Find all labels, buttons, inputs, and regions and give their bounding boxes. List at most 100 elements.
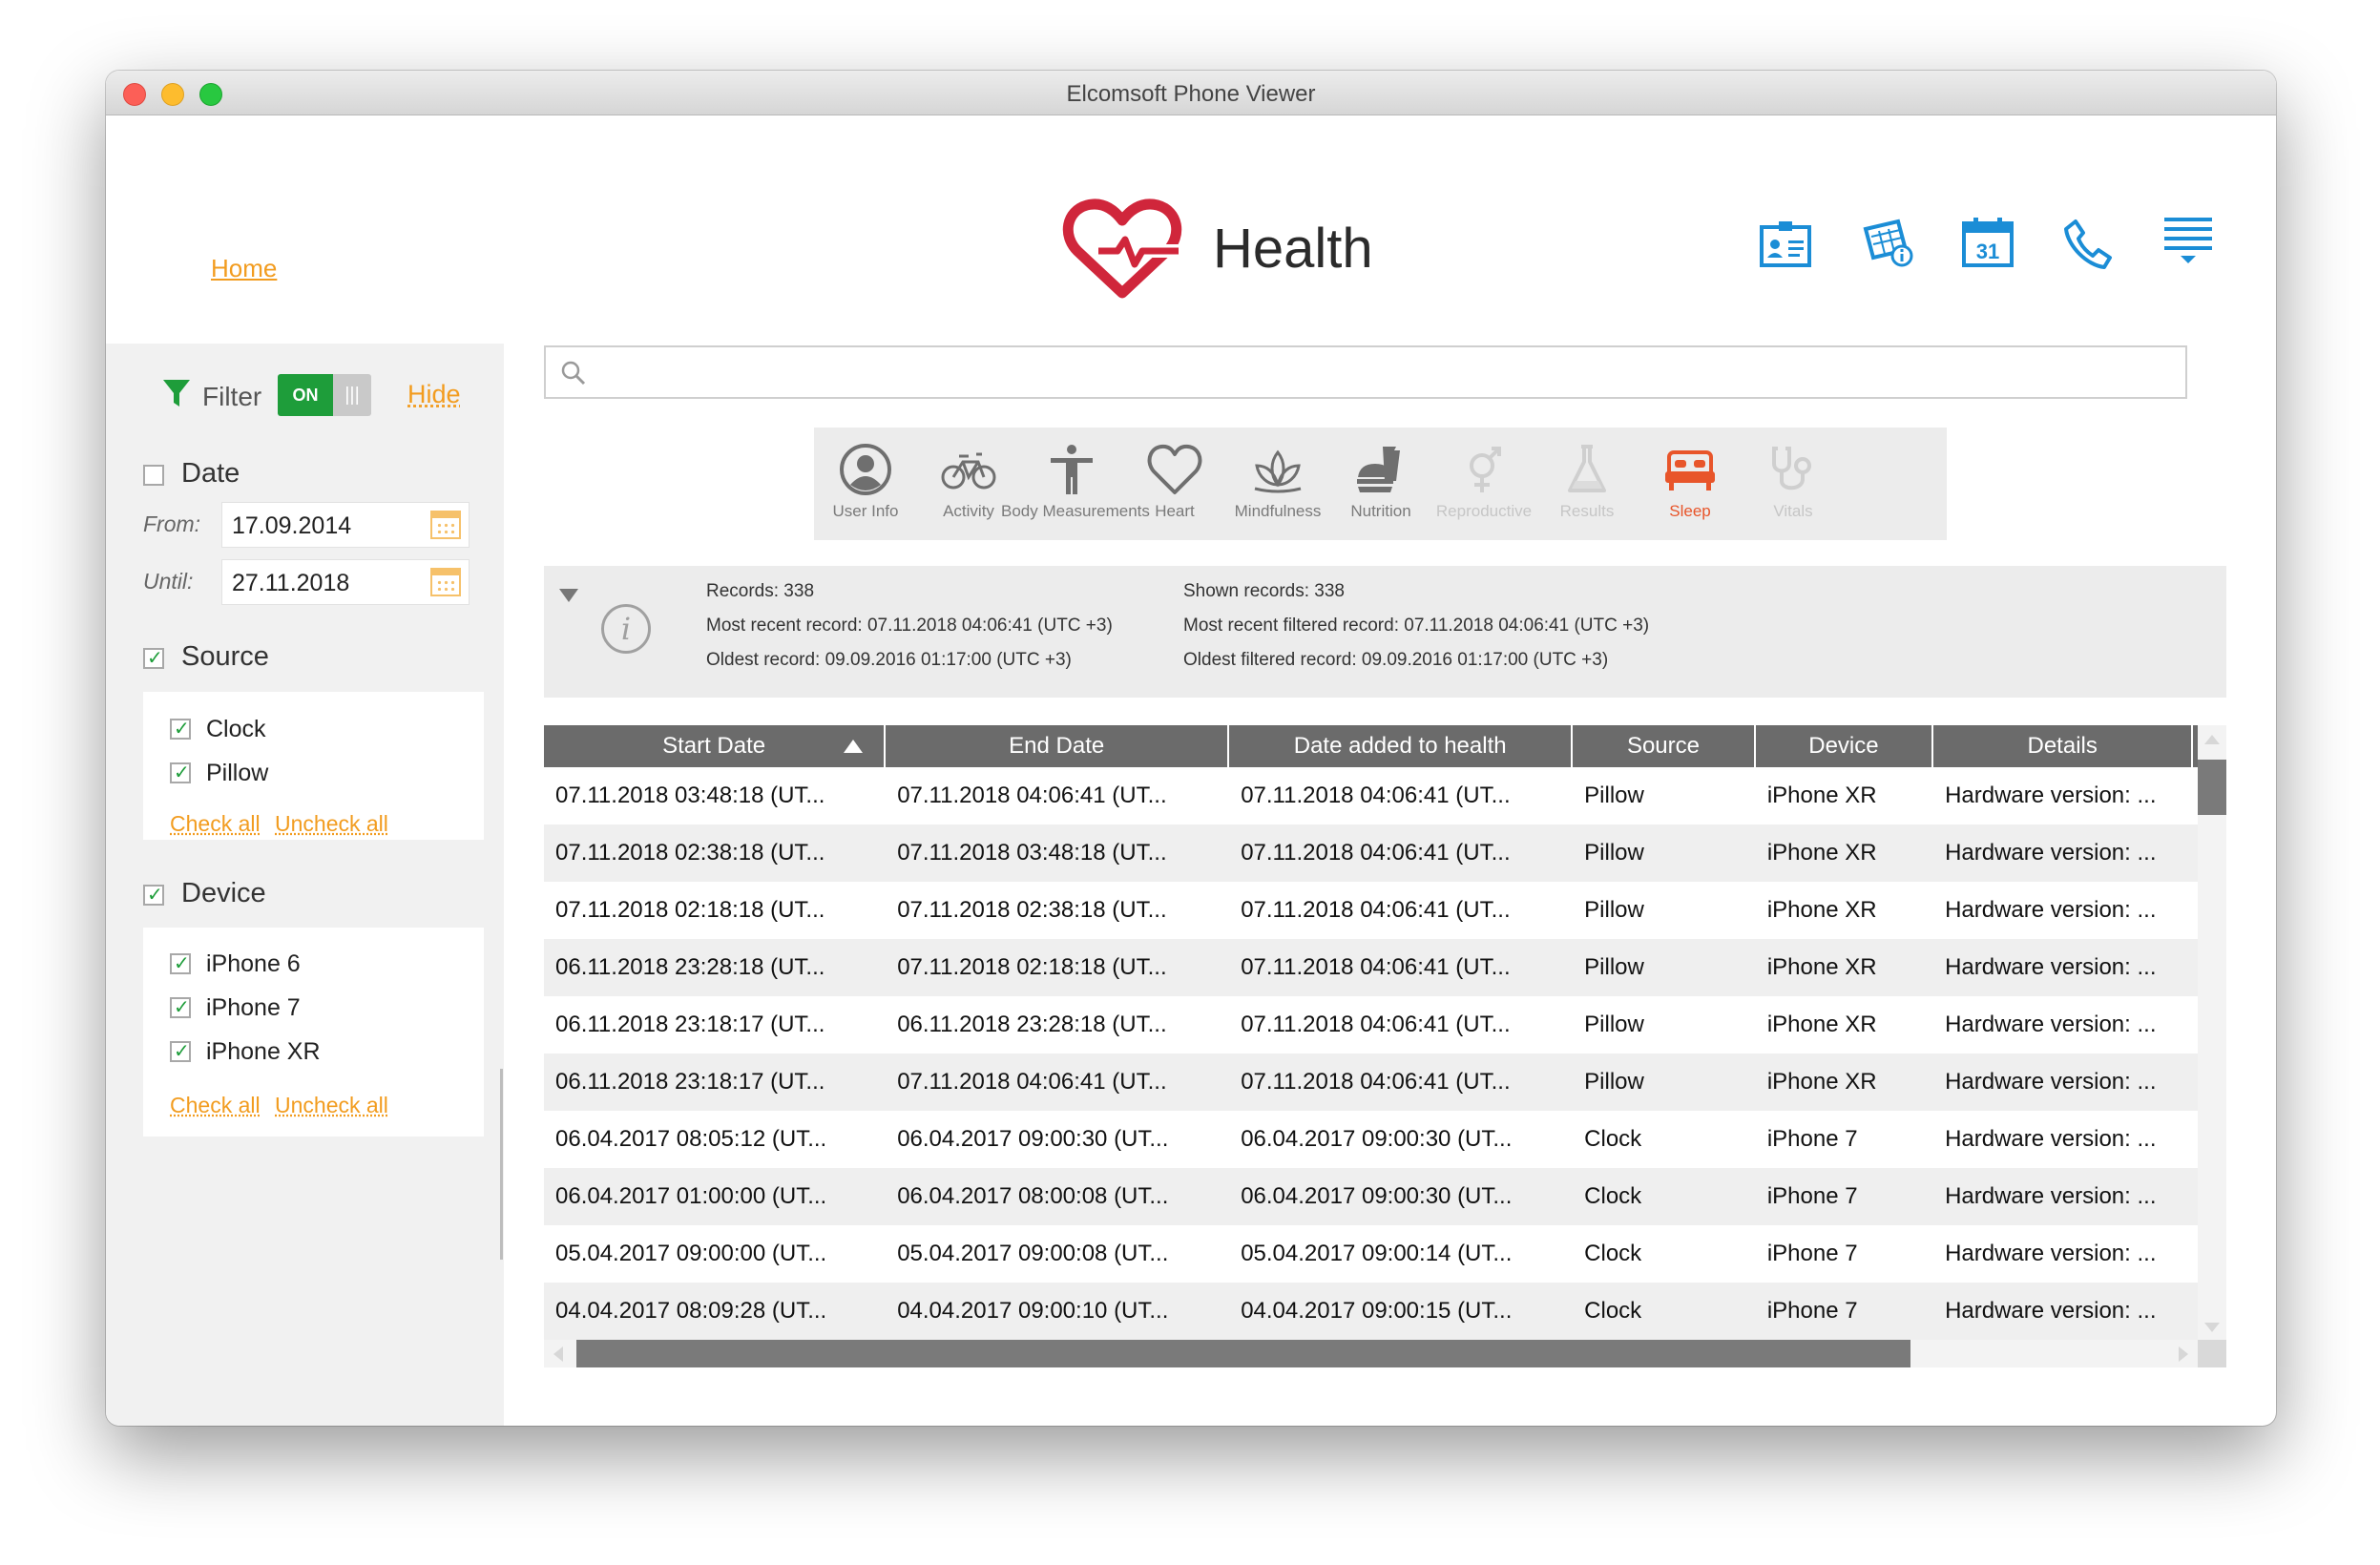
column-header-end-date[interactable]: End Date bbox=[886, 725, 1230, 767]
phone-icon[interactable] bbox=[2060, 216, 2116, 271]
table-body: 07.11.2018 03:48:18 (UT... 07.11.2018 04:… bbox=[544, 767, 2198, 1340]
cell-details: Hardware version: ... bbox=[1945, 1241, 2157, 1266]
until-date-field[interactable]: 27.11.2018 bbox=[221, 559, 470, 605]
scroll-up-arrow-icon[interactable] bbox=[2204, 735, 2220, 744]
table-row[interactable]: 07.11.2018 02:18:18 (UT... 07.11.2018 02:… bbox=[544, 882, 2198, 939]
cell-end-date: 07.11.2018 02:18:18 (UT... bbox=[897, 954, 1167, 980]
cell-device: iPhone XR bbox=[1766, 1069, 1877, 1095]
table-row[interactable]: 06.04.2017 01:00:00 (UT... 06.04.2017 08:… bbox=[544, 1168, 2198, 1225]
table-row[interactable]: 06.11.2018 23:18:17 (UT... 06.11.2018 23:… bbox=[544, 996, 2198, 1054]
calendar-icon[interactable]: 31 bbox=[1960, 214, 2015, 269]
cell-end-date: 06.04.2017 08:00:08 (UT... bbox=[897, 1183, 1169, 1209]
source-clock-checkbox[interactable] bbox=[170, 717, 191, 741]
records-count: Records: 338 bbox=[706, 581, 815, 601]
hide-filter-link[interactable]: Hide bbox=[407, 380, 461, 409]
device-filter-checkbox[interactable] bbox=[143, 883, 164, 907]
device-iphone6-checkbox[interactable] bbox=[170, 951, 191, 975]
home-link[interactable]: Home bbox=[211, 254, 277, 283]
vertical-scroll-thumb[interactable] bbox=[2198, 760, 2226, 815]
cell-source: Pillow bbox=[1584, 840, 1644, 866]
sleep-records-table: Start Date End Date Date added to health So… bbox=[544, 725, 2276, 1367]
scroll-right-arrow-icon[interactable] bbox=[2179, 1346, 2188, 1362]
category-reproductive[interactable]: Reproductive bbox=[1432, 428, 1535, 540]
source-filter-checkbox[interactable] bbox=[143, 646, 164, 670]
source-pillow-checkbox[interactable] bbox=[170, 761, 191, 784]
table-row[interactable]: 07.11.2018 03:48:18 (UT... 07.11.2018 04:… bbox=[544, 767, 2198, 824]
cell-date-added: 07.11.2018 04:06:41 (UT... bbox=[1241, 897, 1511, 923]
column-header-label: Source bbox=[1626, 733, 1700, 759]
cell-start-date: 05.04.2017 09:00:00 (UT... bbox=[555, 1241, 827, 1266]
column-header-date-added[interactable]: Date added to health bbox=[1229, 725, 1574, 767]
records-info-panel: i Records: 338 Most recent record: 07.11… bbox=[544, 566, 2226, 698]
column-header-source[interactable]: Source bbox=[1573, 725, 1756, 767]
filter-toggle-on-label: ON bbox=[278, 374, 333, 416]
table-header: Start Date End Date Date added to health So… bbox=[544, 725, 2276, 767]
contacts-icon[interactable] bbox=[1758, 216, 1813, 271]
category-mindfulness[interactable]: Mindfulness bbox=[1226, 428, 1329, 540]
cell-date-added: 07.11.2018 04:06:41 (UT... bbox=[1241, 840, 1511, 866]
from-calendar-icon[interactable] bbox=[430, 511, 461, 539]
until-calendar-icon[interactable] bbox=[430, 568, 461, 596]
category-nutrition[interactable]: Nutrition bbox=[1329, 428, 1432, 540]
filter-toggle[interactable]: ON ||| bbox=[278, 374, 371, 416]
cell-date-added: 07.11.2018 04:06:41 (UT... bbox=[1241, 1012, 1511, 1037]
cell-device: iPhone XR bbox=[1766, 954, 1877, 980]
until-date-value: 27.11.2018 bbox=[232, 570, 350, 596]
cell-details: Hardware version: ... bbox=[1945, 840, 2157, 866]
category-user-info[interactable]: User Info bbox=[814, 428, 917, 540]
category-sleep[interactable]: Sleep bbox=[1639, 428, 1742, 540]
heart-icon bbox=[1147, 444, 1202, 494]
cell-end-date: 06.04.2017 09:00:30 (UT... bbox=[897, 1126, 1169, 1152]
date-filter-checkbox[interactable] bbox=[143, 465, 164, 486]
source-uncheck-all-link[interactable]: Uncheck all bbox=[275, 811, 388, 837]
column-header-label: Start Date bbox=[662, 733, 766, 759]
column-header-label: Details bbox=[2027, 733, 2098, 759]
app-window: Elcomsoft Phone Viewer Home Health 31 Fi… bbox=[106, 71, 2276, 1426]
table-row[interactable]: 07.11.2018 02:38:18 (UT... 07.11.2018 03:… bbox=[544, 824, 2198, 882]
table-row[interactable]: 06.04.2017 08:05:12 (UT... 06.04.2017 09:… bbox=[544, 1111, 2198, 1168]
table-row[interactable]: 06.11.2018 23:18:17 (UT... 07.11.2018 04:… bbox=[544, 1054, 2198, 1111]
vertical-scrollbar[interactable] bbox=[2198, 725, 2226, 1340]
horizontal-scrollbar[interactable] bbox=[544, 1340, 2226, 1367]
scroll-down-arrow-icon[interactable] bbox=[2204, 1323, 2220, 1332]
device-iphone7-checkbox[interactable] bbox=[170, 995, 191, 1019]
device-iphone7-label: iPhone 7 bbox=[206, 994, 301, 1021]
stethoscope-icon bbox=[1772, 447, 1811, 490]
search-input[interactable] bbox=[544, 345, 2187, 399]
oldest-filtered-record: Oldest filtered record: 09.09.2016 01:17… bbox=[1183, 650, 1609, 670]
category-activity[interactable]: Activity bbox=[917, 428, 1020, 540]
table-row[interactable]: 05.04.2017 09:00:00 (UT... 05.04.2017 09:… bbox=[544, 1225, 2198, 1283]
category-results[interactable]: Results bbox=[1535, 428, 1639, 540]
from-date-field[interactable]: 17.09.2014 bbox=[221, 502, 470, 548]
from-label: From: bbox=[143, 511, 201, 536]
menu-icon[interactable] bbox=[2161, 212, 2216, 267]
table-row[interactable]: 06.11.2018 23:28:18 (UT... 07.11.2018 02:… bbox=[544, 939, 2198, 996]
calendar-info-icon[interactable] bbox=[1860, 216, 1915, 271]
horizontal-scroll-thumb[interactable] bbox=[576, 1340, 1910, 1367]
cell-start-date: 06.11.2018 23:28:18 (UT... bbox=[555, 954, 825, 980]
cell-date-added: 06.04.2017 09:00:30 (UT... bbox=[1241, 1183, 1513, 1209]
scroll-left-arrow-icon[interactable] bbox=[553, 1346, 563, 1362]
collapse-info-toggle[interactable] bbox=[559, 589, 578, 602]
health-heart-logo-icon bbox=[1062, 198, 1182, 299]
category-body-measurements[interactable]: Body Measurements bbox=[1001, 428, 1150, 540]
device-uncheck-all-link[interactable]: Uncheck all bbox=[275, 1093, 388, 1118]
device-check-all-link[interactable]: Check all bbox=[170, 1093, 261, 1118]
sidebar-scrollbar[interactable] bbox=[500, 1069, 503, 1260]
category-vitals[interactable]: Vitals bbox=[1742, 428, 1845, 540]
cell-source: Clock bbox=[1584, 1126, 1642, 1152]
column-header-start-date[interactable]: Start Date bbox=[544, 725, 887, 767]
title-bar[interactable]: Elcomsoft Phone Viewer bbox=[106, 71, 2276, 115]
column-header-device[interactable]: Device bbox=[1756, 725, 1934, 767]
cell-start-date: 06.11.2018 23:18:17 (UT... bbox=[555, 1012, 825, 1037]
info-icon: i bbox=[601, 604, 651, 654]
column-header-details[interactable]: Details bbox=[1933, 725, 2194, 767]
cell-end-date: 07.11.2018 04:06:41 (UT... bbox=[897, 782, 1167, 808]
device-iphonexr-checkbox[interactable] bbox=[170, 1039, 191, 1063]
category-heart[interactable]: Heart bbox=[1123, 428, 1226, 540]
flask-icon bbox=[1568, 445, 1606, 492]
table-row[interactable]: 04.04.2017 08:09:28 (UT... 04.04.2017 09:… bbox=[544, 1283, 2198, 1340]
cell-date-added: 06.04.2017 09:00:30 (UT... bbox=[1241, 1126, 1513, 1152]
cell-start-date: 07.11.2018 02:38:18 (UT... bbox=[555, 840, 825, 866]
source-check-all-link[interactable]: Check all bbox=[170, 811, 261, 837]
